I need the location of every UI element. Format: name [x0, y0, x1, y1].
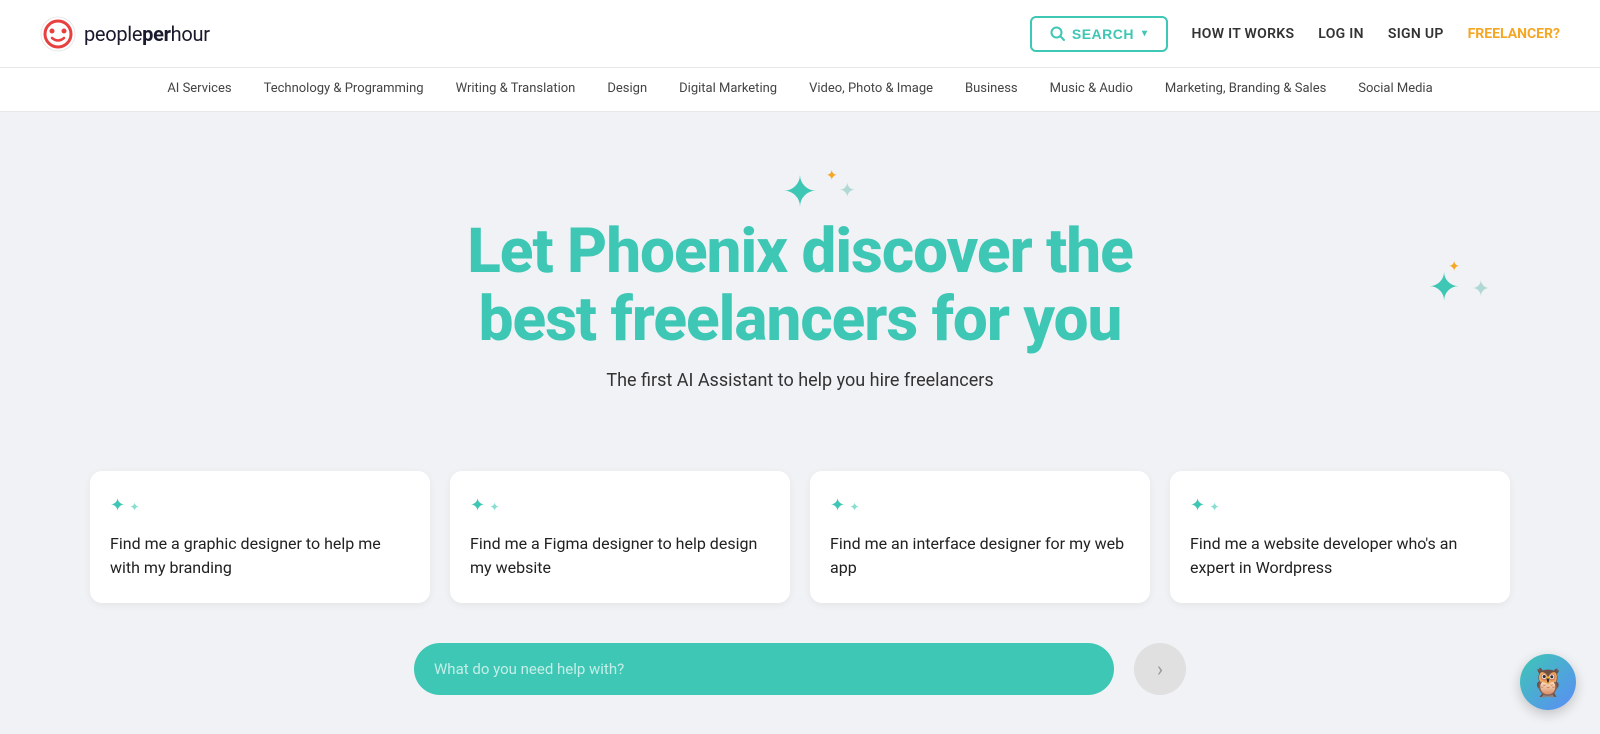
chevron-down-icon: ▾	[1142, 28, 1148, 39]
sparkle-teal-right2-icon: ✦	[1472, 277, 1490, 302]
cat-business[interactable]: Business	[965, 69, 1018, 110]
cat-music[interactable]: Music & Audio	[1050, 69, 1133, 110]
hero-sparkle-top: ✦ ✦ ✦	[782, 172, 817, 214]
logo[interactable]: peopleperhour	[40, 16, 210, 52]
suggestion-card-4[interactable]: ✦ ✦ Find me a website developer who's an…	[1170, 471, 1510, 602]
card-sparkle-1-icon: ✦ ✦	[110, 495, 410, 516]
hero-section: ✦ ✦ ✦ Let Phoenix discover the best free…	[0, 112, 1600, 471]
card-text-4: Find me a website developer who's an exp…	[1190, 532, 1490, 578]
chat-owl-icon: 🦉	[1531, 666, 1566, 699]
logo-icon	[40, 16, 76, 52]
search-label: SEARCH	[1072, 26, 1134, 42]
cat-social-media[interactable]: Social Media	[1358, 69, 1432, 110]
card-text-3: Find me an interface designer for my web…	[830, 532, 1130, 578]
chevron-right-icon: ›	[1157, 657, 1163, 681]
main-nav: SEARCH ▾ HOW IT WORKS LOG IN SIGN UP FRE…	[1030, 16, 1560, 52]
header: peopleperhour SEARCH ▾ HOW IT WORKS LOG …	[0, 0, 1600, 68]
chat-button[interactable]: 🦉	[1520, 654, 1576, 710]
how-it-works-link[interactable]: HOW IT WORKS	[1192, 26, 1295, 42]
cat-digital-marketing[interactable]: Digital Marketing	[679, 69, 777, 110]
logo-text-end: hour	[171, 22, 210, 46]
card-text-1: Find me a graphic designer to help me wi…	[110, 532, 410, 578]
cat-video-photo[interactable]: Video, Photo & Image	[809, 69, 933, 110]
signup-link[interactable]: SIGN UP	[1388, 26, 1444, 42]
card-sparkle-3-icon: ✦ ✦	[830, 495, 1130, 516]
category-nav: AI Services Technology & Programming Wri…	[0, 68, 1600, 112]
sparkle-orange-right-icon: ✦	[1448, 259, 1460, 275]
search-icon	[1050, 26, 1066, 42]
hero-title: Let Phoenix discover the best freelancer…	[410, 218, 1190, 354]
bottom-area: What do you need help with? ›	[0, 643, 1600, 715]
cat-ai-services[interactable]: AI Services	[167, 69, 231, 110]
card-text-2: Find me a Figma designer to help design …	[470, 532, 770, 578]
cat-design[interactable]: Design	[607, 69, 647, 110]
ai-input-bar[interactable]: What do you need help with?	[414, 643, 1114, 695]
hero-subtitle: The first AI Assistant to help you hire …	[40, 370, 1560, 391]
suggestion-card-1[interactable]: ✦ ✦ Find me a graphic designer to help m…	[90, 471, 430, 602]
sparkle-teal-light-icon: ✦	[839, 178, 856, 202]
sparkle-orange-icon: ✦	[826, 168, 838, 184]
suggestion-card-2[interactable]: ✦ ✦ Find me a Figma designer to help des…	[450, 471, 790, 602]
card-sparkle-2-icon: ✦ ✦	[470, 495, 770, 516]
cat-technology[interactable]: Technology & Programming	[264, 69, 424, 110]
hero-sparkle-right: ✦ ✦ ✦	[1428, 269, 1460, 307]
input-placeholder: What do you need help with?	[434, 660, 624, 678]
logo-text-bold: per	[142, 22, 170, 46]
cat-writing[interactable]: Writing & Translation	[456, 69, 576, 110]
suggestion-cards: ✦ ✦ Find me a graphic designer to help m…	[0, 471, 1600, 642]
sparkle-main-icon: ✦	[782, 172, 817, 214]
scroll-right-button[interactable]: ›	[1134, 643, 1186, 695]
suggestion-card-3[interactable]: ✦ ✦ Find me an interface designer for my…	[810, 471, 1150, 602]
login-link[interactable]: LOG IN	[1318, 26, 1364, 42]
card-sparkle-4-icon: ✦ ✦	[1190, 495, 1490, 516]
freelancer-link[interactable]: FREELANCER?	[1468, 26, 1560, 42]
cat-marketing-branding[interactable]: Marketing, Branding & Sales	[1165, 69, 1326, 110]
search-button[interactable]: SEARCH ▾	[1030, 16, 1168, 52]
logo-text-light: people	[84, 22, 142, 46]
